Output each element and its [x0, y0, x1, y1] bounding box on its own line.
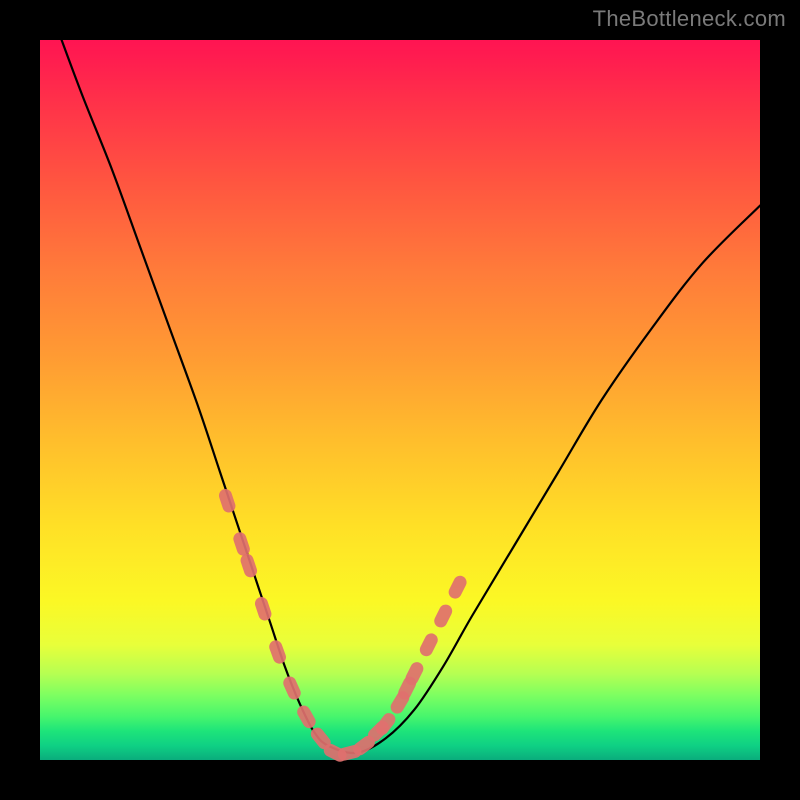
curve-marker	[295, 703, 318, 730]
plot-area	[40, 40, 760, 760]
curve-line	[62, 40, 760, 753]
curve-marker	[239, 552, 259, 579]
curve-marker	[418, 631, 440, 658]
curve-marker	[253, 595, 273, 622]
bottleneck-curve	[62, 40, 760, 753]
curve-marker	[432, 602, 454, 629]
curve-marker	[267, 639, 287, 666]
chart-svg	[40, 40, 760, 760]
curve-marker	[281, 674, 303, 701]
watermark-text: TheBottleneck.com	[593, 6, 786, 32]
curve-marker	[217, 487, 237, 514]
curve-markers	[217, 487, 469, 764]
curve-marker	[232, 531, 252, 558]
chart-frame: TheBottleneck.com	[0, 0, 800, 800]
curve-marker	[446, 574, 468, 601]
